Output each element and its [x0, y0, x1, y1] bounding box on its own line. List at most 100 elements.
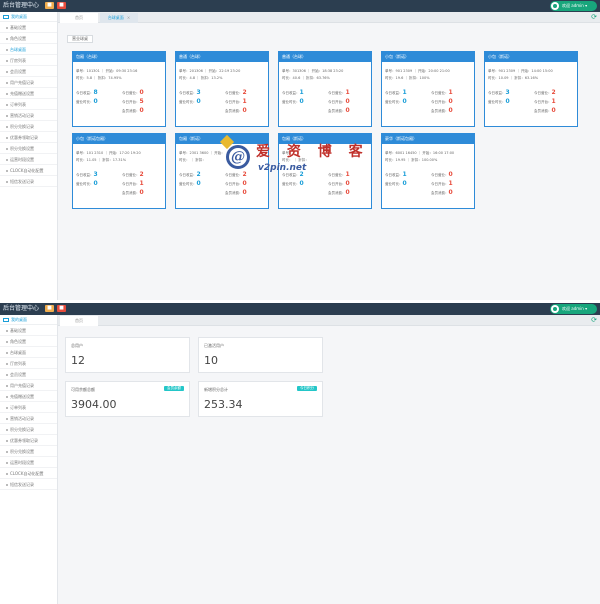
sidebar-item[interactable]: 运营时段设置 — [0, 457, 57, 468]
sidebar-item[interactable]: 基础设置 — [0, 325, 57, 336]
sidebar-item[interactable]: 营销活动记录 — [0, 110, 57, 121]
stat-value: 0 — [448, 171, 453, 178]
theme-button[interactable]: ■ — [45, 305, 54, 312]
sidebar-item-label: 营销活动记录 — [10, 113, 34, 118]
sidebar-header[interactable]: 我的桌面 — [0, 12, 57, 22]
time-line: 时长：11.05 ｜ 折扣：17.31% — [76, 158, 127, 162]
alert-button[interactable]: ■ — [57, 305, 66, 312]
sidebar-item[interactable]: 优惠券领取记录 — [0, 132, 57, 143]
sidebar-item-label: 运营时段设置 — [10, 460, 34, 465]
stat-label: 今日开台： — [225, 100, 243, 104]
stat-cell: 今日营业：1 — [431, 89, 453, 97]
tab-home[interactable]: 首页 — [60, 316, 98, 326]
table-card[interactable]: 包厢（台球） 单号：101301 ｜ 开始：09:30 23:16 时长：5.8 ｜… — [72, 51, 166, 127]
stat-value: 0 — [242, 189, 247, 196]
table-card[interactable]: 普通（台球） 单号：201306 ｜ 开始：22:19 23:20 时长：4.8 ｜… — [175, 51, 269, 127]
sidebar-item-label: 角色设置 — [10, 36, 26, 41]
sidebar-item[interactable]: 用户充值记录 — [0, 380, 57, 391]
stat-value: 0 — [505, 98, 510, 105]
table-card[interactable]: 豪华（斯诺包厢） 单号：6001 16450 ｜ 开始：16:00 17:00 时长… — [381, 133, 475, 209]
table-card[interactable]: 小包（斯诺包厢） 单号：101 2310 ｜ 开始：17:20 19:20 时长：1… — [72, 133, 166, 209]
stat-label: 会员消费： — [431, 109, 449, 113]
table-card-title: 普通（台球） — [279, 51, 371, 62]
sidebar-item[interactable]: 充值赠送设置 — [0, 391, 57, 402]
tab-tables[interactable]: 台球桌面 × — [100, 13, 138, 23]
stat-cell: 营业时长：0 — [179, 180, 201, 188]
stat-value: 1 — [345, 89, 350, 96]
stat-cell: 今日营业：0 — [431, 171, 453, 179]
sidebar-item[interactable]: 基础设置 — [0, 22, 57, 33]
stat-cell: 今日收益：3 — [76, 171, 98, 179]
stat-cell: 今日开台：1 — [431, 180, 453, 188]
sidebar-item-label: 厅房列表 — [10, 58, 26, 63]
sidebar-item-label: 积分兑换设置 — [10, 146, 34, 151]
refresh-icon[interactable]: ⟳ — [591, 316, 597, 325]
sidebar-item[interactable]: 积分兑换设置 — [0, 143, 57, 154]
table-card[interactable]: 普通（台球） 单号：301306 ｜ 开始：18:38 23:20 时长：40.6 … — [278, 51, 372, 127]
stat-label: 今日营业： — [431, 91, 449, 95]
stat-label: 营业时长： — [488, 100, 506, 104]
tab-home[interactable]: 首页 — [60, 13, 98, 23]
stat-value: 0 — [345, 98, 350, 105]
sidebar-item[interactable]: 短信发送记录 — [0, 176, 57, 187]
stat-cell: 今日营业：2 — [225, 89, 247, 97]
order-line: 单号：101301 ｜ 开始：09:30 23:16 — [76, 69, 138, 73]
sidebar-item[interactable]: CLOCK自动化配置 — [0, 165, 57, 176]
stat-label: 营业时长： — [282, 100, 300, 104]
sidebar-item[interactable]: 角色设置 — [0, 336, 57, 347]
user-menu[interactable]: 欢迎 admin ▾ — [550, 304, 597, 314]
stat-value: 5 — [139, 98, 144, 105]
sidebar-item[interactable]: 积分兑换记录 — [0, 121, 57, 132]
tab-bar: 首页 台球桌面 × ⟳ — [58, 12, 600, 23]
time-line: 时长：10.09 ｜ 折扣：63.16% — [488, 76, 539, 80]
sidebar-item[interactable]: 运营时段设置 — [0, 154, 57, 165]
sidebar-item[interactable]: 充值赠送设置 — [0, 88, 57, 99]
user-menu[interactable]: 欢迎 admin ▾ — [550, 1, 597, 11]
sidebar-item[interactable]: 会员设置 — [0, 369, 57, 380]
bullet-icon — [6, 104, 8, 106]
theme-button[interactable]: ■ — [45, 2, 54, 9]
sidebar-item[interactable]: 订单列表 — [0, 402, 57, 413]
sidebar-item[interactable]: CLOCK自动化配置 — [0, 468, 57, 479]
close-icon[interactable]: × — [127, 15, 130, 20]
sidebar-item[interactable]: 优惠券领取记录 — [0, 435, 57, 446]
sidebar-item[interactable]: 台球桌面 — [0, 347, 57, 358]
sidebar-item-label: 角色设置 — [10, 339, 26, 344]
sidebar-item[interactable]: 用户充值记录 — [0, 77, 57, 88]
sidebar-item[interactable]: 厅房列表 — [0, 55, 57, 66]
sidebar-item-label: 厅房列表 — [10, 361, 26, 366]
sidebar-item-label: 短信发送记录 — [10, 482, 34, 487]
stat-label: 营业时长： — [282, 182, 300, 186]
sidebar-item[interactable]: 营销活动记录 — [0, 413, 57, 424]
bullet-icon — [6, 159, 8, 161]
sidebar-item[interactable]: 积分兑换设置 — [0, 446, 57, 457]
bullet-icon — [6, 440, 8, 442]
stat-cell: 营业时长：0 — [282, 180, 304, 188]
stat-label: 今日营业： — [122, 91, 140, 95]
sidebar-item[interactable]: 短信发送记录 — [0, 479, 57, 490]
bullet-icon — [6, 473, 8, 475]
sidebar-item-active[interactable]: 台球桌面 — [0, 44, 57, 55]
sidebar-item[interactable]: 会员设置 — [0, 66, 57, 77]
table-card[interactable]: 小包（斯诺） 单号：901 2309 ｜ 开始：14:00 15:00 时长：10.… — [484, 51, 578, 127]
refresh-icon[interactable]: ⟳ — [591, 13, 597, 22]
table-card-title: 普通（台球） — [176, 51, 268, 62]
table-card-title: 包厢（台球） — [73, 51, 165, 62]
bullet-icon — [6, 484, 8, 486]
alert-button[interactable]: ■ — [57, 2, 66, 9]
sidebar-item[interactable]: 厅房列表 — [0, 358, 57, 369]
watermark: @ 爱 资 博 客 v2pin.net — [219, 134, 363, 181]
sidebar-item-label: 积分兑换记录 — [10, 124, 34, 129]
table-card-title: 小包（斯诺） — [485, 51, 577, 62]
sidebar-header[interactable]: 我的桌面 — [0, 315, 57, 325]
sidebar-item[interactable]: 订单列表 — [0, 99, 57, 110]
stat-cell: 今日营业：2 — [534, 89, 556, 97]
stat-label: 今日开台： — [122, 182, 140, 186]
sidebar-item-label: CLOCK自动化配置 — [10, 471, 44, 476]
stat-cell: 今日收益：1 — [385, 171, 407, 179]
sidebar-item[interactable]: 角色设置 — [0, 33, 57, 44]
stat-value: 0 — [345, 107, 350, 114]
table-card[interactable]: 小包（斯诺） 单号：901 2309 ｜ 开始：20:00 21:00 时长：19.… — [381, 51, 475, 127]
stat-cell: 会员消费：0 — [225, 189, 247, 197]
sidebar-item[interactable]: 积分兑换记录 — [0, 424, 57, 435]
